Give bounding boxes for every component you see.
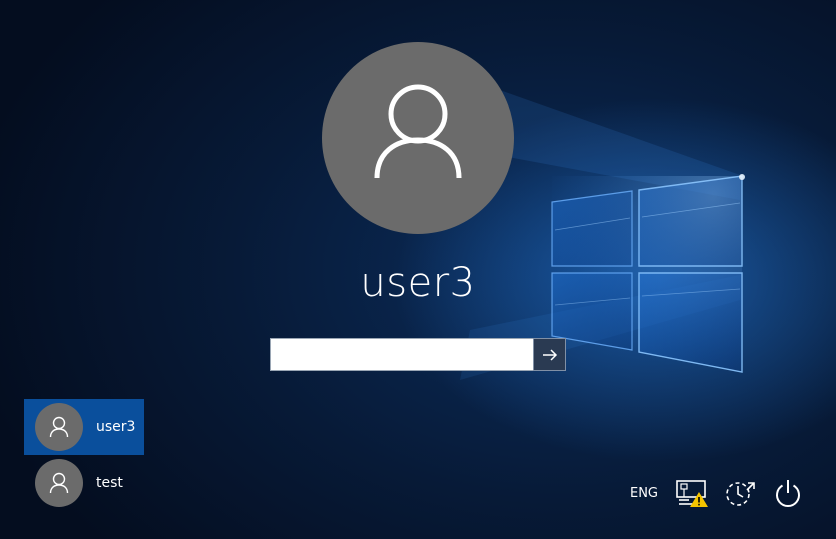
user-list-item-test[interactable]: test [24,455,144,511]
arrow-right-icon [542,348,557,361]
submit-button[interactable] [533,338,566,371]
user-avatar-large [322,42,514,234]
avatar [35,403,83,451]
power-button[interactable] [768,475,808,511]
username-label: user3 [360,260,476,306]
user-list: user3 test [24,399,144,511]
ease-of-access-icon [726,482,755,506]
avatar [35,459,83,507]
power-icon [776,480,800,507]
lock-screen: user3 user3 test ENG [0,0,836,539]
user-icon [374,84,462,179]
ease-of-access-button[interactable] [718,475,762,511]
user-list-item-user3[interactable]: user3 [24,399,144,455]
user-icon [49,416,69,438]
user-list-item-label: test [96,475,123,491]
user-list-item-label: user3 [96,419,136,435]
network-button[interactable] [672,475,712,511]
user-icon [49,472,69,494]
password-input[interactable] [270,338,534,371]
language-indicator[interactable]: ENG [622,475,666,511]
network-warning-icon [676,480,708,507]
